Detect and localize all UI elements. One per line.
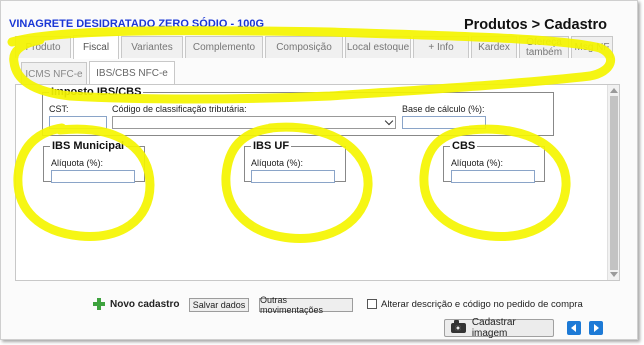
chevron-down-icon bbox=[384, 116, 394, 126]
cst-label: CST: bbox=[49, 104, 69, 114]
scroll-up-icon[interactable] bbox=[610, 88, 618, 93]
arrow-right-icon[interactable] bbox=[589, 321, 603, 335]
cadastrar-imagem-label: Cadastrar imagem bbox=[471, 317, 516, 339]
tab-msg-nf[interactable]: Msg NF bbox=[571, 36, 613, 58]
main-tab-bar: Produto Fiscal Variantes Complemento Com… bbox=[15, 35, 615, 59]
classificacao-label: Código de classificação tributária: bbox=[112, 104, 247, 114]
arrow-left-icon[interactable] bbox=[567, 321, 581, 335]
tab-kardex[interactable]: Kardex bbox=[471, 36, 517, 58]
scroll-thumb[interactable] bbox=[610, 96, 618, 270]
tab-mais-info[interactable]: + Info bbox=[413, 36, 469, 58]
tab-composicao[interactable]: Composição bbox=[265, 36, 343, 58]
ibs-uf-legend: IBS UF bbox=[253, 140, 290, 152]
cbs-aliquota-input[interactable] bbox=[451, 170, 535, 183]
product-title: VINAGRETE DESIDRATADO ZERO SÓDIO - 100G bbox=[9, 18, 265, 30]
cbs-legend: CBS bbox=[452, 140, 476, 152]
tab-variantes[interactable]: Variantes bbox=[121, 36, 183, 58]
novo-cadastro-link[interactable]: Novo cadastro bbox=[110, 299, 179, 310]
tab-local-estoque[interactable]: Local estoque bbox=[345, 36, 411, 58]
product-window: VINAGRETE DESIDRATADO ZERO SÓDIO - 100G … bbox=[0, 0, 638, 340]
imposto-legend: Imposto IBS/CBS bbox=[51, 86, 142, 98]
ibs-municipal-aliquota-input[interactable] bbox=[51, 170, 135, 183]
cbs-aliquota-label: Alíquota (%): bbox=[451, 158, 504, 168]
outras-movimentacoes-button[interactable]: Outras movimentações bbox=[259, 295, 353, 315]
ibs-municipal-legend: IBS Municipal bbox=[52, 140, 125, 152]
subtab-ibs-cbs-nfce[interactable]: IBS/CBS NFC-e bbox=[89, 61, 175, 85]
tab-complemento[interactable]: Complemento bbox=[185, 36, 263, 58]
tab-fiscal[interactable]: Fiscal bbox=[73, 35, 119, 59]
ibs-uf-aliquota-input[interactable] bbox=[251, 170, 335, 183]
tab-ofereca-tambem[interactable]: Ofereça também bbox=[519, 36, 569, 58]
base-calculo-label: Base de cálculo (%): bbox=[402, 104, 485, 114]
base-calculo-input[interactable] bbox=[402, 116, 486, 129]
vertical-scrollbar[interactable] bbox=[607, 85, 619, 280]
scroll-down-icon[interactable] bbox=[610, 272, 618, 277]
tab-produto[interactable]: Produto bbox=[15, 36, 71, 58]
ibs-uf-aliquota-label: Alíquota (%): bbox=[251, 158, 304, 168]
footer-toolbar: Novo cadastro Salvar dados Outras movime… bbox=[1, 295, 639, 315]
camera-icon bbox=[451, 320, 466, 333]
classificacao-select[interactable] bbox=[112, 116, 396, 129]
cadastrar-imagem-button[interactable]: Cadastrar imagem bbox=[444, 317, 554, 339]
alterar-descricao-label: Alterar descrição e código no pedido de … bbox=[381, 299, 583, 310]
sub-tab-bar: ICMS NFC-e IBS/CBS NFC-e bbox=[21, 61, 221, 85]
ibs-municipal-aliquota-label: Alíquota (%): bbox=[51, 158, 104, 168]
salvar-dados-button[interactable]: Salvar dados bbox=[189, 298, 249, 312]
tab-content-panel: Imposto IBS/CBS CST: Código de classific… bbox=[15, 84, 620, 281]
breadcrumb: Produtos > Cadastro bbox=[463, 17, 607, 33]
subtab-icms-nfce[interactable]: ICMS NFC-e bbox=[21, 62, 87, 85]
alterar-descricao-checkbox[interactable] bbox=[367, 299, 377, 309]
cst-input[interactable] bbox=[49, 116, 107, 129]
plus-icon[interactable] bbox=[93, 298, 105, 310]
